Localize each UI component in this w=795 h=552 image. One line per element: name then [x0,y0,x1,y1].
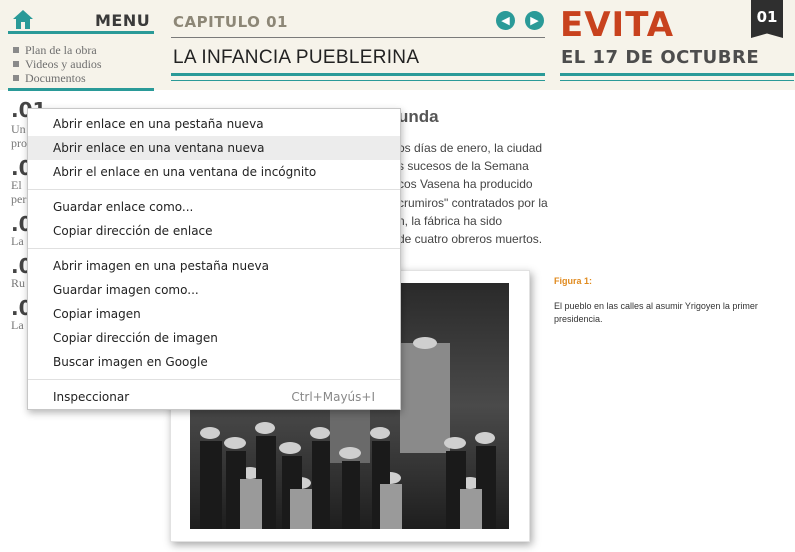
menu-item-copy-image[interactable]: Copiar imagen [28,302,400,326]
section-text: La [11,318,24,332]
menu-item-open-link-incognito[interactable]: Abrir el enlace en una ventana de incógn… [28,160,400,184]
chapter-bar [171,73,545,76]
menu-separator [28,189,400,190]
article-line: de cuatro obreros muertos. [398,232,543,247]
bullet-icon [13,61,19,67]
home-icon[interactable] [12,9,34,31]
menu-item-inspect[interactable]: Inspeccionar Ctrl+Mayús+I [28,385,400,409]
article-line: crumiros" contratados por la [398,195,548,210]
article-line: n, la fábrica ha sido [398,213,503,228]
chapter-rule [171,37,545,38]
menu-item-search-image-google[interactable]: Buscar imagen en Google [28,350,400,374]
context-menu: Abrir enlace en una pestaña nueva Abrir … [27,108,401,410]
menu-separator [28,248,400,249]
article-line: cos Vasena ha producido [398,177,533,192]
bullet-icon [13,47,19,53]
menu-item-open-image-new-tab[interactable]: Abrir imagen en una pestaña nueva [28,254,400,278]
menu-item-shortcut: Ctrl+Mayús+I [291,390,375,404]
menu-item-save-image-as[interactable]: Guardar imagen como... [28,278,400,302]
nav-link-plan[interactable]: Plan de la obra [13,43,102,57]
brand-title: EVITA [560,5,675,45]
figure-caption: El pueblo en las calles al asumir Yrigoy… [554,301,758,324]
section-text: La [11,234,24,248]
article-line: s sucesos de la Semana [398,159,529,174]
menu-item-open-link-new-window[interactable]: Abrir enlace en una ventana nueva [28,136,400,160]
brand-subtitle: EL 17 DE OCTUBRE [561,47,760,68]
article-line: os días de enero, la ciudad [398,141,543,155]
chapter-badge: 01 [751,0,783,38]
menu-item-save-link-as[interactable]: Guardar enlace como... [28,195,400,219]
section-text: Un [11,122,26,136]
nav-link-videos[interactable]: Videos y audios [13,57,102,71]
menu-button[interactable]: MENU [95,11,150,30]
arrow-left-icon[interactable]: ◀ [496,11,515,30]
menu-separator [28,379,400,380]
nav-links: Plan de la obra Videos y audios Document… [13,43,102,85]
brand-bar [560,73,794,76]
chapter-title: LA INFANCIA PUEBLERINA [173,47,420,68]
section-text: per [11,192,27,206]
menu-item-copy-link-address[interactable]: Copiar dirección de enlace [28,219,400,243]
section-text: El [11,178,22,192]
nav-link-documentos[interactable]: Documentos [13,71,102,85]
menu-item-copy-image-address[interactable]: Copiar dirección de imagen [28,326,400,350]
article-body: os días de enero, la ciudad s sucesos de… [398,139,558,248]
menu-divider [8,31,154,34]
nav-divider [8,88,154,91]
menu-item-inspect-label: Inspeccionar [53,390,130,404]
arrow-right-icon[interactable]: ▶ [525,11,544,30]
chapter-label: CAPITULO 01 [173,13,288,31]
section-text: Ru [11,276,26,290]
chapter-thin-bar [171,80,545,81]
bullet-icon [13,75,19,81]
figure-label: Figura 1: [554,276,593,286]
article-heading: unda [398,107,439,126]
brand-thin-bar [560,80,794,81]
menu-item-open-link-new-tab[interactable]: Abrir enlace en una pestaña nueva [28,112,400,136]
section-text: pro [11,136,27,150]
